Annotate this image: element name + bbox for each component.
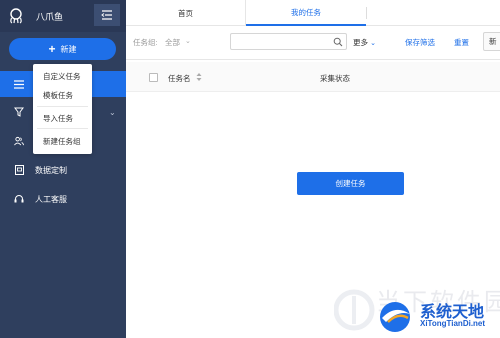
collapse-menu-icon xyxy=(101,10,112,20)
logo-row: 八爪鱼 xyxy=(0,0,126,32)
sidebar-item-data-custom[interactable]: 数据定制 xyxy=(0,157,126,183)
chevron-down-icon[interactable]: ⌄ xyxy=(185,37,191,45)
task-group-select[interactable]: 全部 xyxy=(165,37,180,48)
menu-icon xyxy=(14,79,24,89)
tab-bar: 首页 我的任务 xyxy=(126,0,500,26)
plus-icon: + xyxy=(48,42,56,56)
filter-toolbar: 任务组: 全部 ⌄ 更多 ⌄ 保存筛选 重置 新 xyxy=(126,26,500,60)
menu-item-new-task-group[interactable]: 新建任务组 xyxy=(43,136,81,147)
sidebar-item-label: 数据定制 xyxy=(35,165,67,175)
more-filters-button[interactable]: 更多 ⌄ xyxy=(353,37,376,48)
column-header-task-name[interactable]: 任务名 xyxy=(168,73,191,84)
watermark-url: XiTongTianDi.net xyxy=(420,319,486,328)
sort-icon[interactable] xyxy=(196,72,202,82)
new-button-label: 新建 xyxy=(60,44,77,54)
menu-item-template-task[interactable]: 模板任务 xyxy=(43,90,73,101)
search-input[interactable] xyxy=(235,34,331,49)
people-icon xyxy=(14,136,24,146)
task-table-header: 任务名 采集状态 xyxy=(126,62,500,92)
headset-icon xyxy=(14,194,24,204)
select-all-checkbox[interactable] xyxy=(149,73,158,82)
column-header-status: 采集状态 xyxy=(320,74,350,83)
octopus-logo-icon xyxy=(10,8,22,24)
menu-divider xyxy=(37,128,88,129)
data-custom-icon xyxy=(14,165,24,175)
create-task-button[interactable]: 创建任务 xyxy=(297,172,404,195)
search-field[interactable] xyxy=(230,33,347,50)
tab-divider xyxy=(366,7,367,19)
chevron-down-icon: ⌄ xyxy=(109,107,116,117)
watermark-logo-icon xyxy=(380,302,410,332)
menu-divider xyxy=(37,106,88,107)
search-icon[interactable] xyxy=(333,37,343,47)
chevron-down-icon: ⌄ xyxy=(370,40,376,47)
sidebar-item-label: 人工客服 xyxy=(35,194,67,204)
sidebar-item-support[interactable]: 人工客服 xyxy=(0,186,126,212)
filter-icon xyxy=(14,107,24,117)
sidebar: 八爪鱼 + 新建 ⌄ 数据定制 人工客服 xyxy=(0,0,126,338)
new-dropdown-menu: 自定义任务 模板任务 导入任务 新建任务组 xyxy=(33,64,92,154)
app-name: 八爪鱼 xyxy=(36,12,64,22)
more-label: 更多 xyxy=(353,38,368,47)
collapse-sidebar-button[interactable] xyxy=(94,4,120,26)
menu-item-custom-task[interactable]: 自定义任务 xyxy=(43,71,81,82)
toolbar-extra-button[interactable]: 新 xyxy=(483,32,500,51)
new-button[interactable]: + 新建 xyxy=(9,38,116,60)
tab-home[interactable]: 首页 xyxy=(126,0,246,26)
tab-my-tasks[interactable]: 我的任务 xyxy=(246,0,366,26)
save-filter-button[interactable]: 保存筛选 xyxy=(405,37,435,48)
reset-button[interactable]: 重置 xyxy=(454,37,469,48)
task-group-label: 任务组: xyxy=(133,38,158,47)
menu-item-import-task[interactable]: 导入任务 xyxy=(43,113,73,124)
